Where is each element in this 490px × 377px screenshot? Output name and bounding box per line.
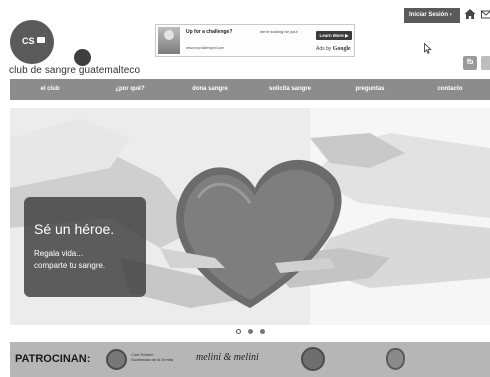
- hero-subtitle-line1: Regala vida...: [34, 249, 83, 258]
- logo-text: CS: [22, 36, 35, 46]
- rotary-name: Club Rotario Guatemala de la Ermita: [131, 352, 181, 362]
- melini-logo[interactable]: melini & melini: [196, 352, 259, 363]
- sponsors-bar: PATROCINAN: Club Rotario Guatemala de la…: [10, 342, 490, 377]
- facebook-icon[interactable]: fb: [463, 56, 477, 70]
- nav-preguntas[interactable]: preguntas: [330, 79, 410, 100]
- sponsors-label: PATROCINAN:: [15, 353, 91, 365]
- rotary-logo[interactable]: [106, 349, 127, 370]
- hero-slide[interactable]: Sé un héroe. Regala vida... comparte tu …: [10, 108, 490, 325]
- ad-banner[interactable]: Up for a challenge? we're looking for yo…: [155, 24, 355, 57]
- hero-caption: Sé un héroe. Regala vida... comparte tu …: [24, 197, 146, 297]
- slider-pagination: [236, 329, 265, 334]
- ad-photo: [158, 27, 180, 54]
- ad-tagline: we're looking for you!: [260, 29, 298, 34]
- slider-dot-2[interactable]: [248, 329, 253, 334]
- site-title[interactable]: club de sangre guatemalteco: [9, 65, 140, 76]
- ad-learn-more-button[interactable]: Learn More ▶: [316, 31, 352, 40]
- hero-title: Sé un héroe.: [34, 221, 115, 237]
- home-icon[interactable]: [464, 8, 476, 20]
- sponsor-seal-logo[interactable]: [301, 347, 325, 371]
- slider-dot-3[interactable]: [260, 329, 265, 334]
- ad-attribution: Ads by Google: [316, 46, 351, 52]
- sponsor-emblem-logo[interactable]: [386, 348, 405, 370]
- nav-por-que[interactable]: ¿por qué?: [90, 79, 170, 100]
- ad-title: Up for a challenge?: [186, 29, 233, 35]
- login-label: Iniciar Sesión: [409, 12, 449, 18]
- nav-solicita-sangre[interactable]: solicita sangre: [250, 79, 330, 100]
- hero-subtitle-line2: comparte tu sangre.: [34, 261, 106, 270]
- google-logo: Google: [332, 46, 351, 52]
- nav-contacto[interactable]: contacto: [410, 79, 490, 100]
- main-nav: el club ¿por qué? dona sangre solicita s…: [10, 79, 490, 100]
- chevron-right-icon: ›: [449, 12, 452, 18]
- rotary-name-line2: Guatemala de la Ermita: [131, 357, 174, 362]
- twitter-icon[interactable]: [481, 56, 490, 70]
- slider-dot-1[interactable]: [236, 329, 241, 334]
- nav-dona-sangre[interactable]: dona sangre: [170, 79, 250, 100]
- logo-blood-icon: [37, 37, 45, 43]
- login-button[interactable]: Iniciar Sesión ›: [404, 8, 460, 23]
- ad-url: www.mychallengeid.com: [186, 46, 225, 50]
- mouse-cursor-icon: [424, 43, 432, 54]
- mail-icon[interactable]: [481, 10, 490, 19]
- logo-small-circle: [74, 49, 91, 66]
- nav-el-club[interactable]: el club: [10, 79, 90, 100]
- ad-attribution-label: Ads by: [316, 46, 332, 52]
